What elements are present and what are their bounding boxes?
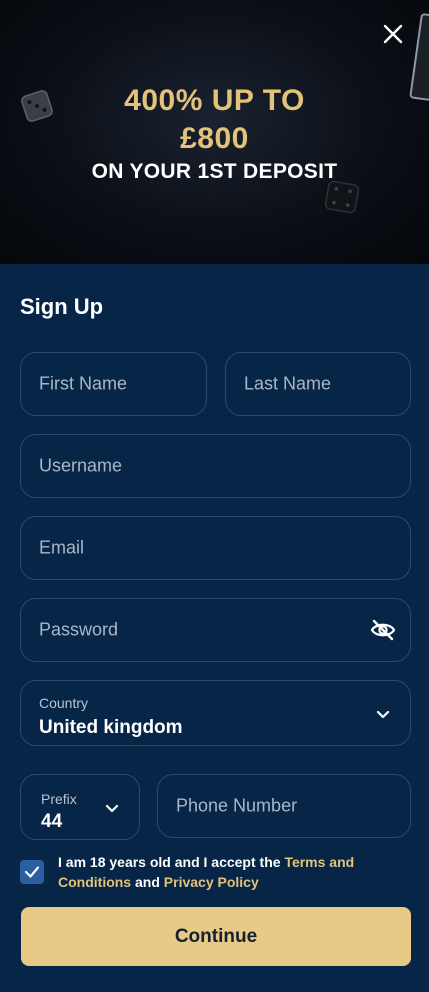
country-select[interactable]: Country United kingdom bbox=[20, 680, 411, 746]
page-title: Sign Up bbox=[20, 294, 104, 319]
email-field[interactable]: Email bbox=[20, 516, 411, 580]
first-name-field[interactable]: First Name bbox=[20, 352, 207, 416]
promo-amount: £800 bbox=[180, 122, 249, 155]
first-name-placeholder: First Name bbox=[39, 373, 128, 394]
continue-button[interactable]: Continue bbox=[21, 907, 411, 966]
password-placeholder: Password bbox=[39, 619, 119, 640]
chevron-down-icon bbox=[105, 804, 119, 813]
prefix-select[interactable]: Prefix 44 bbox=[20, 774, 140, 840]
close-button[interactable] bbox=[379, 20, 407, 48]
phone-number-placeholder: Phone Number bbox=[176, 795, 298, 816]
consent-text: I am 18 years old and I accept the Terms… bbox=[58, 852, 410, 892]
consent-checkbox[interactable] bbox=[20, 860, 44, 884]
promo-headline: 400% UP TO bbox=[124, 84, 305, 117]
promo-subheadline: ON YOUR 1ST DEPOSIT bbox=[91, 160, 338, 183]
username-field[interactable]: Username bbox=[20, 434, 411, 498]
country-label: Country bbox=[39, 695, 89, 711]
last-name-field[interactable]: Last Name bbox=[225, 352, 411, 416]
country-value: United kingdom bbox=[39, 717, 183, 738]
chevron-down-icon bbox=[376, 710, 390, 719]
prefix-label: Prefix bbox=[41, 791, 77, 807]
consent-text-middle: and bbox=[131, 874, 164, 890]
password-field[interactable]: Password bbox=[20, 598, 411, 662]
promo-banner: 400% UP TO £800 ON YOUR 1ST DEPOSIT bbox=[0, 0, 429, 264]
checkmark-icon bbox=[24, 866, 40, 878]
phone-number-field[interactable]: Phone Number bbox=[157, 774, 411, 838]
prefix-value: 44 bbox=[41, 811, 63, 832]
eye-off-icon[interactable] bbox=[370, 617, 396, 643]
consent-text-before: I am 18 years old and I accept the bbox=[58, 854, 285, 870]
username-placeholder: Username bbox=[39, 455, 123, 476]
close-icon bbox=[383, 24, 403, 44]
email-placeholder: Email bbox=[39, 537, 85, 558]
last-name-placeholder: Last Name bbox=[244, 373, 332, 394]
privacy-policy-link[interactable]: Privacy Policy bbox=[164, 874, 259, 890]
